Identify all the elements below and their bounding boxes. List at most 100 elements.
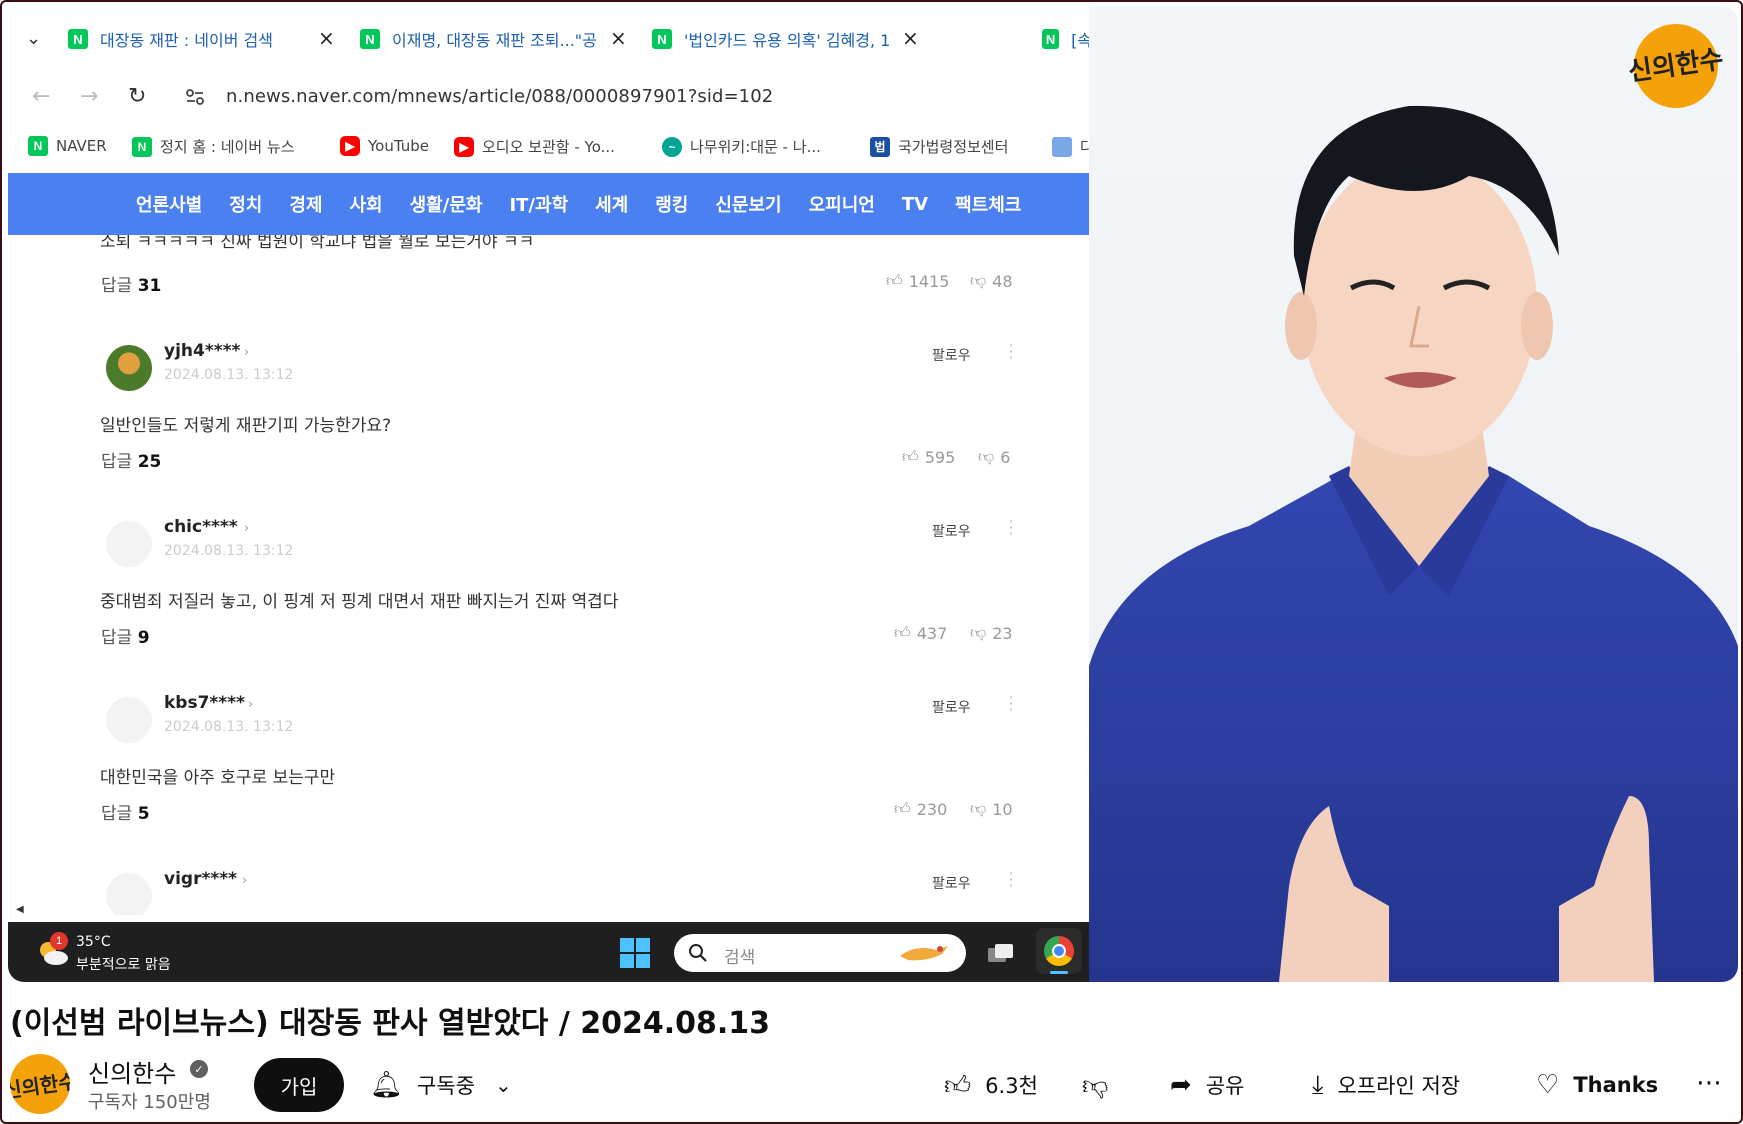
- like-button[interactable]: 👍︎ 437: [894, 623, 947, 643]
- presenter-image: [1089, 105, 1738, 982]
- follow-button[interactable]: 팔로우: [932, 697, 971, 717]
- windows-taskbar: 1 35°C 부분적으로 맑음 검색: [8, 922, 1089, 982]
- site-info-icon[interactable]: [184, 86, 206, 108]
- channel-logo: 신의한수: [1627, 24, 1725, 108]
- video-player[interactable]: ⌄ N 대장동 재판 : 네이버 검색 × N 이재명, 대장동 재판 조퇴..…: [8, 6, 1738, 982]
- dislike-button[interactable]: 👎︎ 23: [970, 623, 1013, 643]
- nav-item-world[interactable]: 세계: [595, 191, 628, 217]
- reply-button[interactable]: 답글 5: [101, 799, 150, 824]
- more-vertical-icon[interactable]: ⋮: [1002, 869, 1020, 890]
- thumbs-up-icon: 👍︎: [894, 799, 911, 818]
- naver-icon: N: [360, 29, 380, 49]
- bookmark-label: 정지 홈 : 네이버 뉴스: [160, 138, 295, 156]
- chrome-icon[interactable]: [1036, 928, 1082, 974]
- download-button[interactable]: ⤓ 오프라인 저장: [1312, 1060, 1460, 1110]
- reply-button[interactable]: 답글 25: [101, 447, 161, 472]
- forward-arrow-icon[interactable]: →: [80, 84, 98, 109]
- like-count: 1415: [908, 271, 950, 291]
- subscribe-button[interactable]: 🔔︎ 구독중 ⌄: [370, 1060, 512, 1110]
- more-vertical-icon[interactable]: ⋮: [1002, 693, 1020, 714]
- naver-icon: N: [1042, 29, 1060, 49]
- bookmark-item[interactable]: ▶ YouTube: [340, 136, 429, 156]
- dislike-button[interactable]: 👎︎ 6: [978, 447, 1010, 467]
- like-button[interactable]: 👍︎ 230: [894, 799, 947, 819]
- nav-item-tv[interactable]: TV: [902, 194, 928, 215]
- bookmark-item[interactable]: 다: [1052, 136, 1094, 157]
- dislike-button[interactable]: 👎︎: [1082, 1060, 1122, 1110]
- comment-username[interactable]: kbs7****: [164, 693, 245, 713]
- join-button[interactable]: 가입: [254, 1058, 344, 1112]
- browser-tab[interactable]: N [속: [1042, 24, 1089, 54]
- follow-button[interactable]: 팔로우: [932, 345, 971, 365]
- more-icon[interactable]: ⋯: [1696, 1068, 1724, 1098]
- comment-text: 소퇴 ㅋㅋㅋㅋㅋ 진짜 법원이 학교냐 법을 뭘로 보는거야 ㅋㅋ: [100, 235, 535, 252]
- tab-title: 이재명, 대장동 재판 조퇴..."공: [392, 31, 597, 50]
- chevron-right-icon[interactable]: ›: [248, 697, 253, 712]
- close-icon[interactable]: ×: [318, 26, 335, 50]
- dislike-count: 6: [1000, 447, 1011, 467]
- follow-button[interactable]: 팔로우: [932, 873, 971, 893]
- weather-description[interactable]: 부분적으로 맑음: [76, 954, 171, 974]
- close-icon[interactable]: ×: [902, 26, 919, 50]
- avatar[interactable]: [106, 345, 152, 391]
- chevron-down-icon: ⌄: [494, 1073, 512, 1097]
- reload-icon[interactable]: ↻: [128, 84, 146, 109]
- nav-item-by-press[interactable]: 언론사별: [136, 191, 202, 217]
- comment-username[interactable]: yjh4****: [164, 341, 240, 361]
- like-button[interactable]: 👍︎ 6.3천: [944, 1060, 1038, 1110]
- avatar[interactable]: [106, 697, 152, 743]
- close-icon[interactable]: ×: [610, 26, 627, 50]
- like-button[interactable]: 👍︎ 595: [902, 447, 955, 467]
- nav-item-life-culture[interactable]: 생활/문화: [410, 191, 483, 217]
- nav-item-society[interactable]: 사회: [350, 191, 383, 217]
- browser-tab[interactable]: N '법인카드 유용 의혹' 김혜경, 1 ×: [652, 24, 922, 54]
- thanks-button[interactable]: ♡ Thanks: [1536, 1060, 1658, 1110]
- follow-button[interactable]: 팔로우: [932, 521, 971, 541]
- dislike-button[interactable]: 👎︎ 48: [970, 271, 1013, 291]
- scroll-left-arrow-icon[interactable]: ◀: [16, 904, 24, 915]
- share-button[interactable]: ➦ 공유: [1170, 1060, 1244, 1110]
- chevron-right-icon[interactable]: ›: [242, 873, 247, 888]
- avatar[interactable]: [106, 521, 152, 567]
- url-field[interactable]: n.news.naver.com/mnews/article/088/00008…: [226, 86, 773, 107]
- nav-item-factcheck[interactable]: 팩트체크: [955, 191, 1021, 217]
- subscriber-count: 구독자 150만명: [88, 1092, 211, 1113]
- tab-search-chevron-icon[interactable]: ⌄: [26, 28, 41, 49]
- thumbs-up-icon: 👍︎: [944, 1070, 972, 1101]
- reply-label: 답글: [101, 628, 133, 648]
- more-vertical-icon[interactable]: ⋮: [1002, 517, 1020, 538]
- temperature[interactable]: 35°C: [76, 934, 111, 950]
- task-view-icon[interactable]: [986, 942, 1016, 966]
- browser-tab[interactable]: N 대장동 재판 : 네이버 검색 ×: [68, 24, 338, 54]
- dislike-button[interactable]: 👎︎ 10: [970, 799, 1013, 819]
- nav-item-newspaper[interactable]: 신문보기: [715, 191, 781, 217]
- chevron-right-icon[interactable]: ›: [244, 345, 249, 360]
- nav-item-opinion[interactable]: 오피니언: [809, 191, 875, 217]
- reply-button[interactable]: 답글 31: [101, 271, 161, 296]
- download-icon: ⤓: [1312, 1069, 1324, 1100]
- reply-button[interactable]: 답글 9: [101, 623, 150, 648]
- comment-username[interactable]: vigr****: [164, 869, 237, 889]
- like-button[interactable]: 👍︎ 1415: [886, 271, 949, 291]
- nav-item-economy[interactable]: 경제: [289, 191, 322, 217]
- bookmark-item[interactable]: N NAVER: [28, 136, 107, 156]
- bookmark-item[interactable]: ▶ 오디오 보관함 - Yo...: [454, 136, 615, 157]
- bookmark-item[interactable]: 법 국가법령정보센터: [870, 136, 1008, 157]
- back-arrow-icon[interactable]: ←: [32, 84, 50, 109]
- search-icon: [689, 944, 707, 962]
- bookmark-item[interactable]: ~ 나무위키:대문 - 나...: [662, 136, 821, 157]
- windows-start-icon[interactable]: [620, 938, 650, 968]
- channel-avatar[interactable]: 신의한수: [10, 1054, 70, 1114]
- reply-count: 25: [137, 452, 162, 472]
- nav-item-it-science[interactable]: IT/과학: [509, 191, 568, 217]
- more-vertical-icon[interactable]: ⋮: [1002, 341, 1020, 362]
- browser-tab[interactable]: N 이재명, 대장동 재판 조퇴..."공 ×: [360, 24, 630, 54]
- nav-item-politics[interactable]: 정치: [229, 191, 262, 217]
- comment-username[interactable]: chic****: [164, 517, 238, 537]
- channel-name[interactable]: 신의한수: [88, 1054, 176, 1089]
- nav-item-ranking[interactable]: 랭킹: [655, 191, 688, 217]
- avatar[interactable]: [106, 873, 152, 915]
- taskbar-search-box[interactable]: 검색: [674, 934, 966, 972]
- bookmark-item[interactable]: N 정지 홈 : 네이버 뉴스: [132, 136, 295, 157]
- chevron-right-icon[interactable]: ›: [244, 521, 249, 536]
